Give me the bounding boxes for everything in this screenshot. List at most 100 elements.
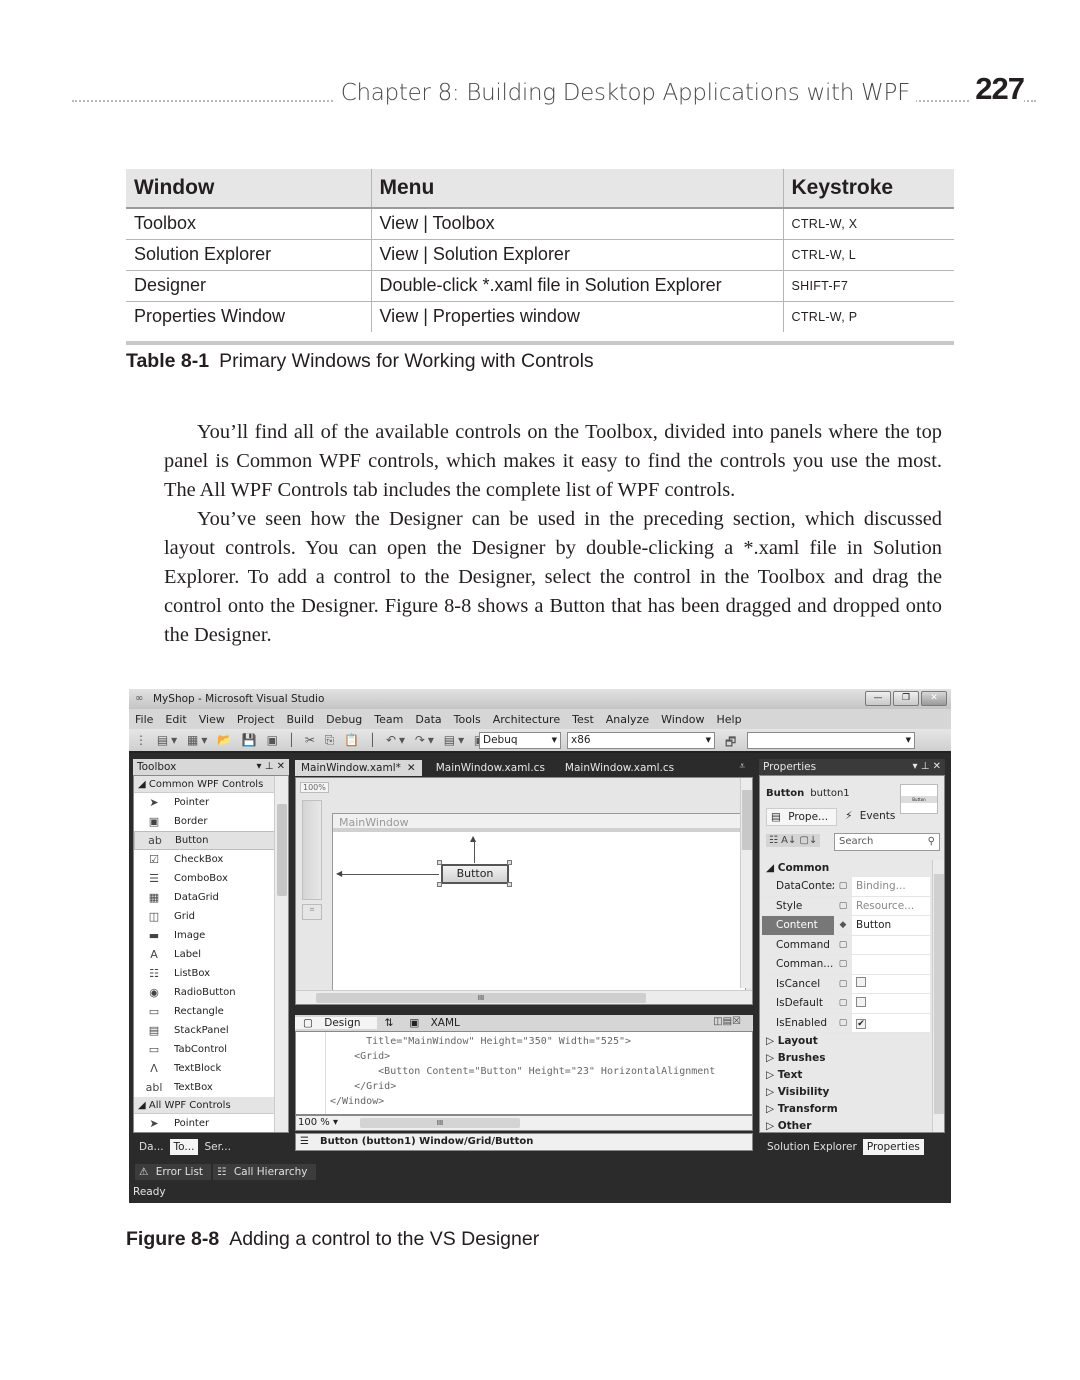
tab-mainwindow-xaml-cs-2[interactable]: MainWindow.xaml.cs	[559, 760, 680, 776]
swap-panes-button[interactable]: ⇅	[377, 1017, 402, 1029]
xaml-zoom-dropdown[interactable]: 100 % ▾	[298, 1117, 338, 1128]
property-value[interactable]	[852, 977, 930, 990]
menu-item-view[interactable]: View	[199, 713, 225, 726]
toolbox-item-combobox[interactable]: ☰ ComboBox	[134, 869, 288, 888]
menu-item-window[interactable]: Window	[661, 713, 704, 726]
bottom-tab[interactable]: To...	[169, 1139, 199, 1155]
scroll-thumb[interactable]	[277, 804, 287, 896]
resize-handle[interactable]	[437, 860, 442, 865]
zoom-slider[interactable]	[302, 800, 322, 900]
menu-item-team[interactable]: Team	[374, 713, 403, 726]
property-marker-icon[interactable]: ▢	[834, 955, 852, 974]
menu-item-analyze[interactable]: Analyze	[606, 713, 649, 726]
find-dropdown[interactable]: ▼	[747, 732, 915, 749]
property-row[interactable]: Command ▢	[762, 935, 930, 955]
menu-item-project[interactable]: Project	[237, 713, 275, 726]
property-marker-icon[interactable]: ▢	[834, 877, 852, 896]
tab-design[interactable]: ▢ Design	[295, 1017, 377, 1029]
toolbox-item-stackpanel[interactable]: ▤ StackPanel	[134, 1021, 288, 1040]
tab-properties[interactable]: ▤ Prope...	[766, 808, 838, 826]
property-value[interactable]: Binding...	[852, 880, 930, 892]
tab-events[interactable]: ⚡ Events	[841, 808, 903, 826]
xaml-editor[interactable]: Title="MainWindow" Height="350" Width="5…	[295, 1031, 753, 1115]
panel-controls[interactable]: ▾ ⊥ ✕	[257, 759, 285, 775]
category-brushes[interactable]: ▷ Brushes	[762, 1050, 930, 1067]
minimize-button[interactable]: —	[865, 691, 891, 706]
designer-horizontal-scrollbar[interactable]: III	[296, 990, 752, 1004]
bottom-tab[interactable]: Solution Explorer	[763, 1139, 861, 1155]
toolbox-group-common[interactable]: ◢ Common WPF Controls	[134, 776, 288, 793]
toolbox-item-textblock[interactable]: Ʌ TextBlock	[134, 1059, 288, 1078]
property-value[interactable]: ✔	[852, 1017, 930, 1029]
platform-dropdown[interactable]: x86 ▼	[567, 732, 715, 749]
property-marker-icon[interactable]: ▢	[834, 1013, 852, 1032]
sort-buttons[interactable]: ☷ A↓ ▢↓	[766, 834, 821, 847]
properties-scrollbar[interactable]	[932, 860, 944, 1132]
configuration-dropdown[interactable]: Debuq ▼	[479, 732, 561, 749]
bottom-tab[interactable]: Ser...	[200, 1139, 235, 1155]
property-marker-icon[interactable]: ▢	[834, 896, 852, 915]
property-marker-icon[interactable]: ▢	[834, 974, 852, 993]
fit-to-window-icon[interactable]: ⌗	[302, 904, 322, 920]
bottom-tab[interactable]: Properties	[862, 1139, 924, 1155]
split-view-buttons[interactable]: ◫▤☒	[705, 1016, 749, 1027]
property-checkbox[interactable]	[856, 977, 866, 988]
category-visibility[interactable]: ▷ Visibility	[762, 1084, 930, 1101]
document-outline-icon[interactable]: ☰	[300, 1134, 309, 1150]
property-marker-icon[interactable]: ▢	[834, 994, 852, 1013]
scroll-thumb[interactable]: III	[316, 993, 646, 1003]
xaml-horizontal-scrollbar[interactable]: III	[360, 1118, 520, 1128]
category-common[interactable]: ◢ Common	[762, 860, 930, 877]
menu-item-debug[interactable]: Debug	[326, 713, 362, 726]
category-layout[interactable]: ▷ Layout	[762, 1033, 930, 1050]
designer-button[interactable]: Button	[441, 864, 509, 884]
menu-item-test[interactable]: Test	[572, 713, 594, 726]
toolbox-item-listbox[interactable]: ☷ ListBox	[134, 964, 288, 983]
menu-item-architecture[interactable]: Architecture	[493, 713, 560, 726]
resize-handle[interactable]	[437, 882, 442, 887]
property-value[interactable]: Resource...	[852, 900, 930, 912]
menu-item-data[interactable]: Data	[415, 713, 441, 726]
toolbox-item-pointer[interactable]: ➤ Pointer	[134, 793, 288, 812]
property-row[interactable]: DataContext▢Binding...	[762, 877, 930, 897]
property-marker-icon[interactable]: ▢	[834, 935, 852, 954]
toolbox-scrollbar[interactable]	[274, 776, 288, 1132]
designer-vertical-scrollbar[interactable]	[740, 778, 752, 988]
toolbox-item-radiobutton[interactable]: ◉ RadioButton	[134, 983, 288, 1002]
property-marker-icon[interactable]: ◆	[834, 916, 852, 935]
category-transform[interactable]: ▷ Transform	[762, 1101, 930, 1118]
toolbar-icons[interactable]: ⋮ ▤▾ ▦▾ 📂 💾 ▣ │ ✂ ⎘ 📋 │ ↶▾ ↷▾ ▤▾ ▣ │ ▶	[135, 733, 524, 748]
property-checkbox[interactable]: ✔	[856, 1018, 866, 1029]
toolbox-item-tabcontrol[interactable]: ▭ TabControl	[134, 1040, 288, 1059]
toolbox-item-border[interactable]: ▣ Border	[134, 812, 288, 831]
tab-error-list[interactable]: ⚠ Error List	[135, 1164, 212, 1180]
property-value[interactable]: Button	[852, 919, 930, 931]
toolbox-item-pointer[interactable]: ➤ Pointer	[134, 1114, 288, 1132]
property-value[interactable]	[852, 996, 930, 1010]
toolbox-item-textbox[interactable]: abl TextBox	[134, 1078, 288, 1097]
category-text[interactable]: ▷ Text	[762, 1067, 930, 1084]
property-row[interactable]: IsEnabled ▢ ✔	[762, 1013, 930, 1033]
toolbox-item-grid[interactable]: ◫ Grid	[134, 907, 288, 926]
property-checkbox[interactable]	[856, 996, 866, 1007]
property-row[interactable]: Content ◆ Button	[762, 916, 930, 936]
tab-mainwindow-xaml[interactable]: MainWindow.xaml* ✕	[295, 760, 422, 776]
resize-handle[interactable]	[507, 882, 512, 887]
property-row[interactable]: Style ▢ Resource...	[762, 896, 930, 916]
element-name[interactable]: button1	[810, 788, 849, 799]
find-in-files-icon[interactable]: 🗗	[725, 733, 736, 754]
toolbox-item-label[interactable]: A Label	[134, 945, 288, 964]
property-row[interactable]: IsDefault ▢	[762, 994, 930, 1014]
resize-handle[interactable]	[507, 860, 512, 865]
close-icon[interactable]: ✕	[407, 762, 416, 774]
toolbox-item-checkbox[interactable]: ☑ CheckBox	[134, 850, 288, 869]
toolbox-item-image[interactable]: ▬ Image	[134, 926, 288, 945]
category-other[interactable]: ▷ Other	[762, 1118, 930, 1132]
property-row[interactable]: IsCancel ▢	[762, 974, 930, 994]
breadcrumb-path[interactable]: Button (button1) Window/Grid/Button	[320, 1136, 533, 1147]
scroll-thumb[interactable]	[934, 874, 944, 1114]
bottom-tab[interactable]: Da...	[135, 1139, 168, 1155]
properties-search-input[interactable]: Search ⚲	[834, 833, 940, 851]
toolbox-item-datagrid[interactable]: ▦ DataGrid	[134, 888, 288, 907]
tab-dropdown-icon[interactable]: ⩡	[739, 761, 745, 772]
